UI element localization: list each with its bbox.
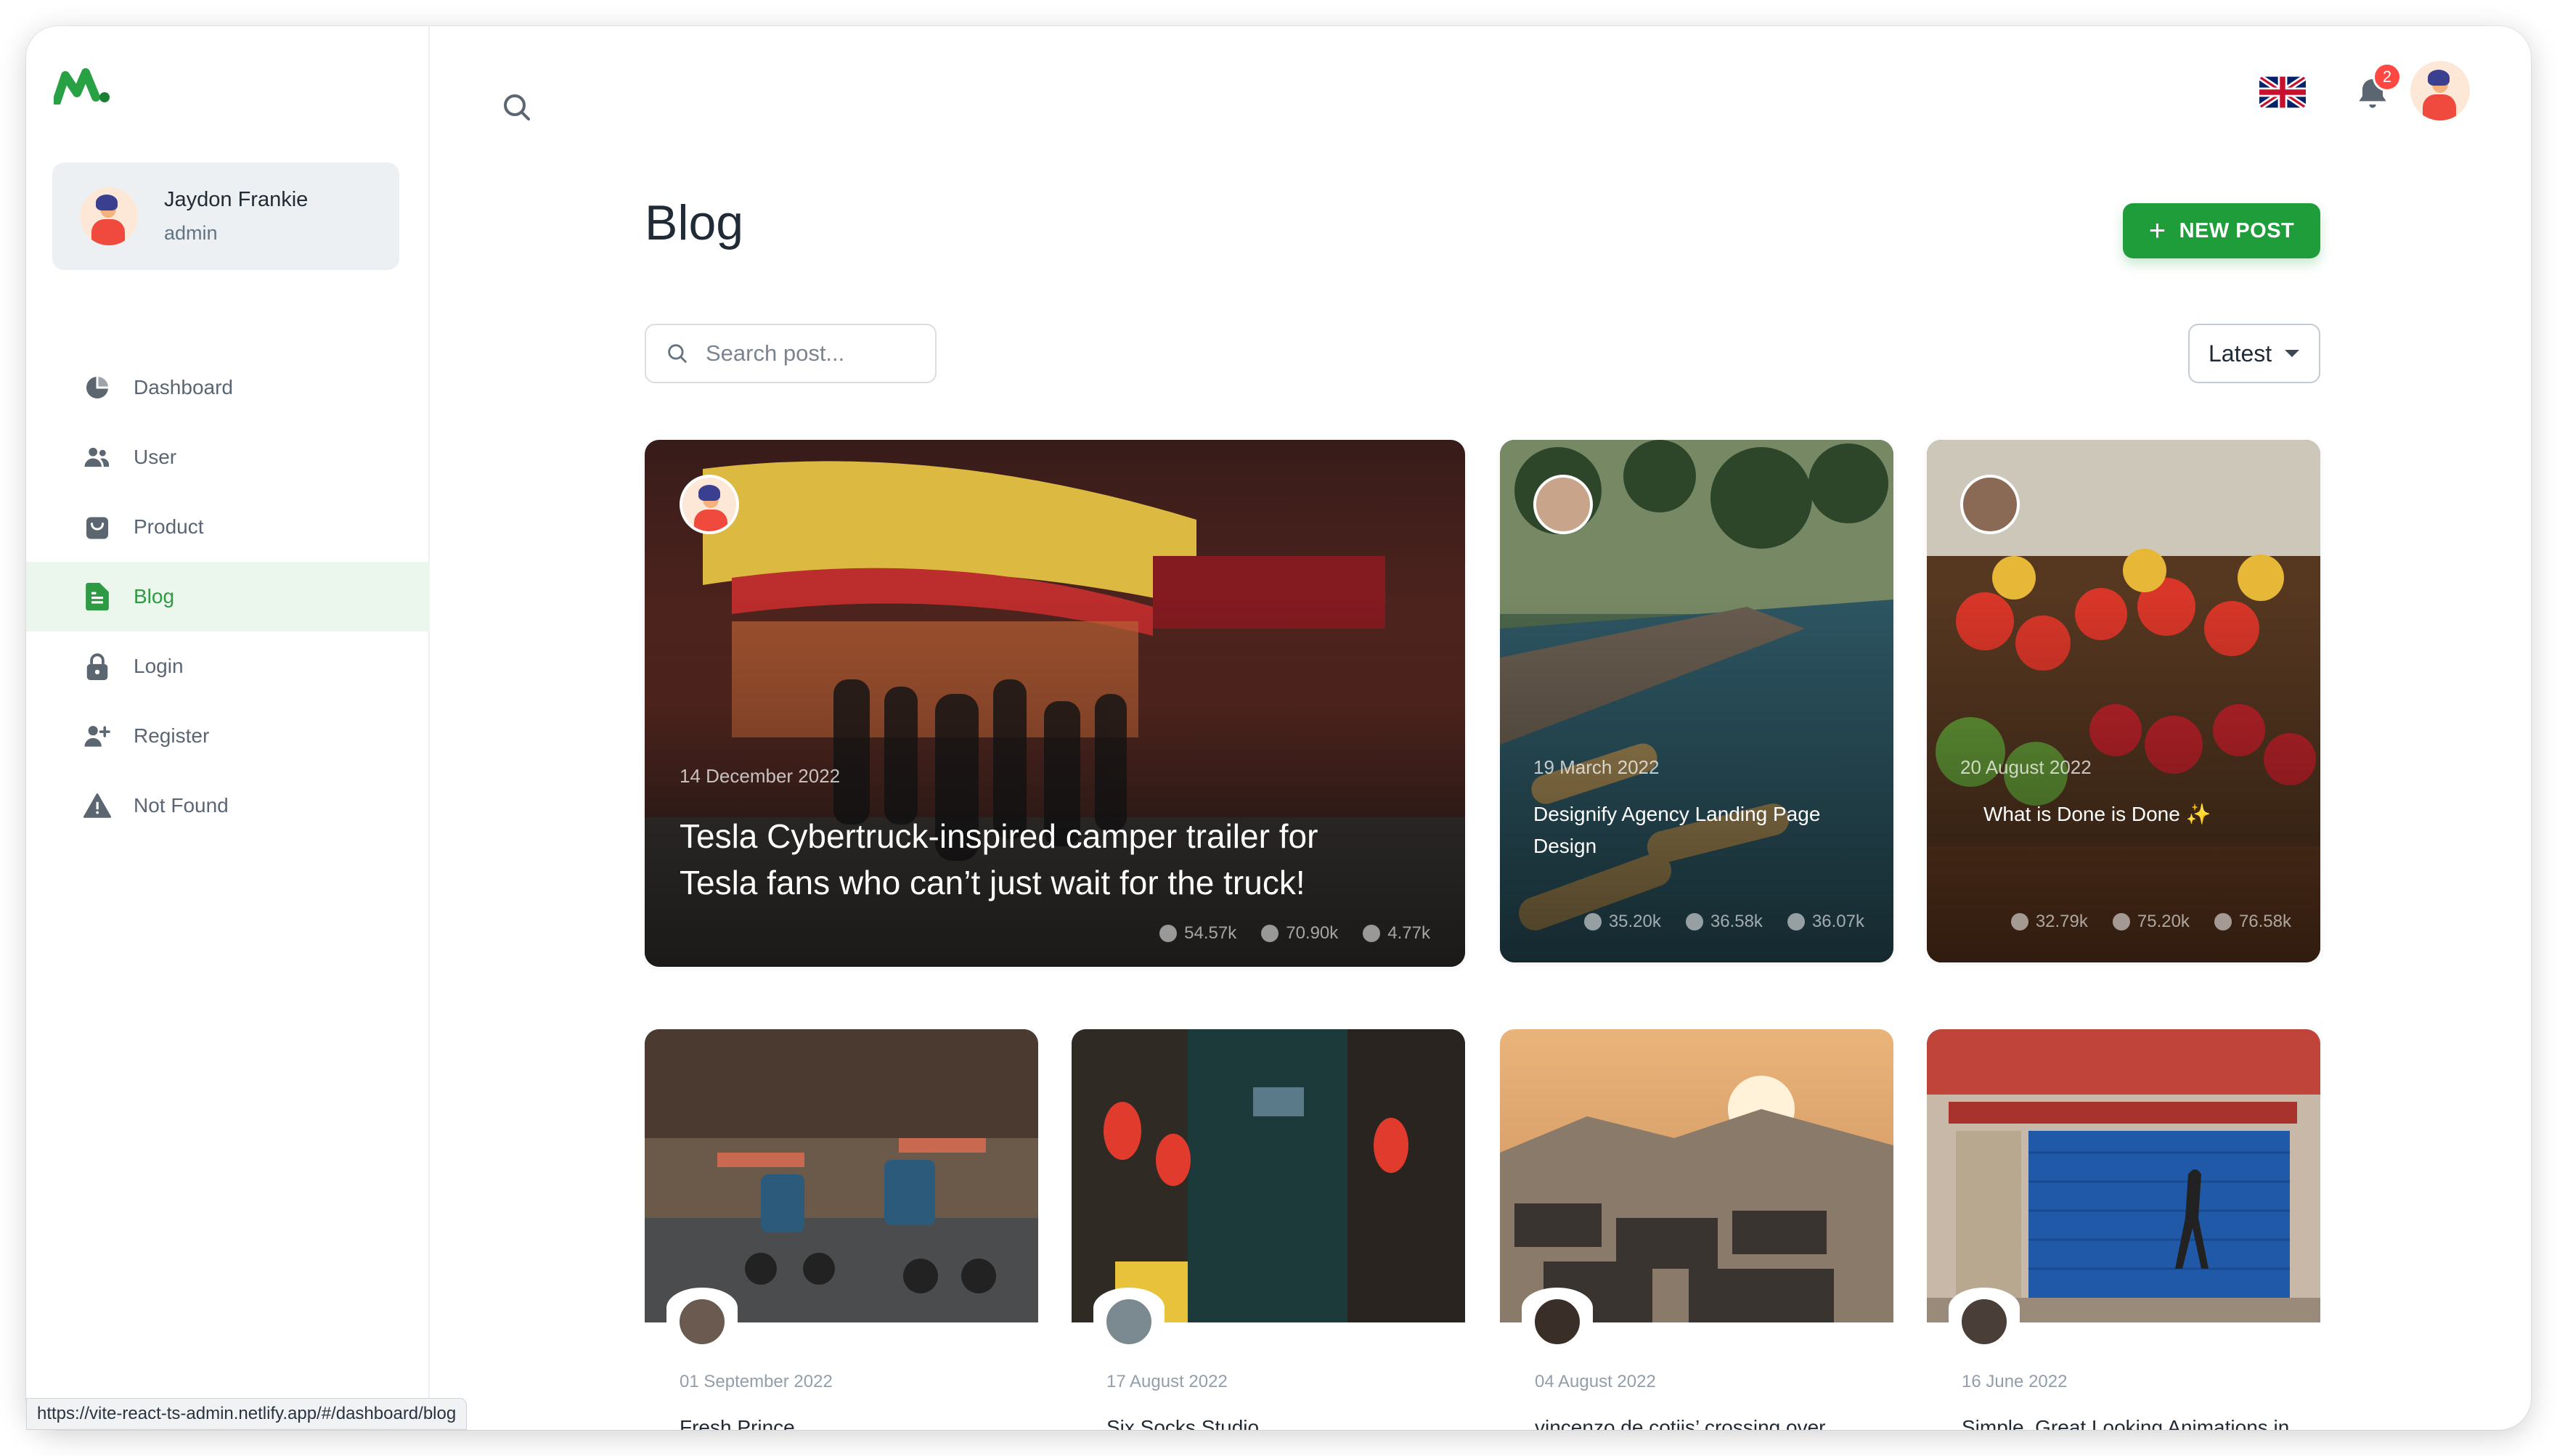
file-text-icon — [83, 582, 112, 611]
post-author-avatar[interactable] — [1104, 1296, 1154, 1347]
post-date: 16 June 2022 — [1962, 1372, 2068, 1391]
sidebar-item-label: Blog — [134, 585, 175, 608]
person-add-icon — [83, 721, 112, 751]
post-title[interactable]: Six Socks Studio — [1106, 1412, 1440, 1430]
account-card[interactable]: Jaydon Frankie admin — [52, 163, 399, 270]
eye-icon — [2112, 913, 2130, 931]
share-icon — [1363, 925, 1381, 942]
post-card-featured[interactable]: 14 December 2022 Tesla Cybertruck-inspir… — [645, 440, 1465, 967]
post-author-avatar[interactable] — [1959, 1296, 2010, 1347]
comment-icon — [1583, 913, 1602, 931]
alert-triangle-icon — [83, 791, 112, 820]
sidebar-item-login[interactable]: Login — [26, 631, 430, 701]
sidebar-item-dashboard[interactable]: Dashboard — [26, 353, 430, 422]
search-post-field[interactable] — [645, 324, 937, 383]
post-title[interactable]: Designify Agency Landing Page Design — [1533, 798, 1867, 862]
sidebar-item-label: Register — [134, 724, 210, 747]
caret-down-icon — [2285, 350, 2300, 357]
browser-status-url: https://vite-react-ts-admin.netlify.app/… — [26, 1398, 468, 1430]
post-title[interactable]: vincenzo de cotiis’ crossing over showca… — [1535, 1412, 1869, 1430]
share-icon — [2214, 913, 2232, 931]
post-author-avatar[interactable] — [1532, 1296, 1583, 1347]
sidebar: Jaydon Frankie admin Dashboard User Prod… — [26, 26, 430, 1430]
search-post-input[interactable] — [706, 340, 909, 367]
post-title[interactable]: Simple, Great Looking Animations in Your… — [1962, 1412, 2296, 1430]
post-author-avatar[interactable] — [677, 1296, 727, 1347]
sidebar-item-user[interactable]: User — [26, 422, 430, 492]
sidebar-item-label: Dashboard — [134, 376, 233, 398]
post-cover-image — [645, 1029, 1038, 1322]
notification-badge: 2 — [2373, 62, 2402, 91]
post-title[interactable]: What is Done is Done ✨ — [1983, 798, 2317, 830]
comment-icon — [1159, 925, 1178, 942]
post-date: 17 August 2022 — [1106, 1372, 1228, 1391]
post-date: 14 December 2022 — [680, 765, 841, 787]
eye-icon — [1261, 925, 1279, 942]
post-date: 04 August 2022 — [1535, 1372, 1656, 1391]
post-date: 19 March 2022 — [1533, 756, 1660, 778]
post-cover-image — [1500, 1029, 1893, 1322]
post-card[interactable]: 20 August 2022 What is Done is Done ✨ 32… — [1927, 440, 2320, 962]
sidebar-item-product[interactable]: Product — [26, 492, 430, 562]
post-author-avatar[interactable] — [1960, 475, 2020, 534]
uk-flag-icon[interactable] — [2259, 75, 2306, 109]
post-cover-image — [1927, 1029, 2320, 1322]
sidebar-item-register[interactable]: Register — [26, 701, 430, 771]
share-icon — [1787, 913, 1805, 931]
sidebar-item-label: Not Found — [134, 794, 229, 817]
post-stats: 35.20k 36.58k 36.07k — [1583, 912, 1864, 932]
post-title[interactable]: Tesla Cybertruck-inspired camper trailer… — [680, 813, 1391, 906]
sidebar-item-label: Product — [134, 515, 204, 538]
search-icon — [668, 344, 687, 363]
people-icon — [83, 443, 112, 472]
app-logo-icon[interactable] — [54, 68, 112, 105]
search-icon[interactable] — [499, 90, 534, 125]
post-date: 20 August 2022 — [1960, 756, 2092, 778]
post-author-avatar[interactable] — [680, 475, 739, 534]
post-author-avatar[interactable] — [1533, 475, 1593, 534]
sidebar-item-blog[interactable]: Blog — [26, 562, 430, 631]
sort-select[interactable]: Latest — [2188, 324, 2320, 383]
shopping-bag-icon — [83, 512, 112, 541]
post-card[interactable]: 04 August 2022 vincenzo de cotiis’ cross… — [1500, 1029, 1893, 1430]
page-title: Blog — [645, 195, 744, 250]
post-cover-image — [1072, 1029, 1465, 1322]
browser-window: Jaydon Frankie admin Dashboard User Prod… — [26, 26, 2531, 1430]
sidebar-item-label: Login — [134, 655, 184, 677]
sidebar-nav: Dashboard User Product Blog Login Regist… — [26, 353, 430, 841]
post-title[interactable]: Fresh Prince — [680, 1412, 1014, 1430]
new-post-label: NEW POST — [2179, 218, 2295, 242]
sort-value: Latest — [2209, 340, 2272, 367]
post-card[interactable]: 19 March 2022 Designify Agency Landing P… — [1500, 440, 1893, 962]
lock-icon — [83, 652, 112, 681]
account-name: Jaydon Frankie — [164, 188, 309, 211]
sidebar-item-label: User — [134, 446, 177, 468]
eye-icon — [1685, 913, 1703, 931]
post-date: 01 September 2022 — [680, 1372, 833, 1391]
new-post-button[interactable]: + NEW POST — [2123, 203, 2320, 258]
post-card[interactable]: 17 August 2022 Six Socks Studio — [1072, 1029, 1465, 1430]
top-avatar[interactable] — [2410, 61, 2470, 120]
sidebar-item-not-found[interactable]: Not Found — [26, 771, 430, 841]
avatar — [80, 187, 138, 245]
comment-icon — [2010, 913, 2028, 931]
post-stats: 32.79k 75.20k 76.58k — [2010, 912, 2291, 932]
account-role: admin — [164, 222, 218, 244]
pie-chart-icon — [83, 373, 112, 402]
plus-icon: + — [2148, 215, 2166, 247]
post-stats: 54.57k 70.90k 4.77k — [1159, 923, 1430, 944]
post-card[interactable]: 01 September 2022 Fresh Prince — [645, 1029, 1038, 1430]
post-card[interactable]: 16 June 2022 Simple, Great Looking Anima… — [1927, 1029, 2320, 1430]
